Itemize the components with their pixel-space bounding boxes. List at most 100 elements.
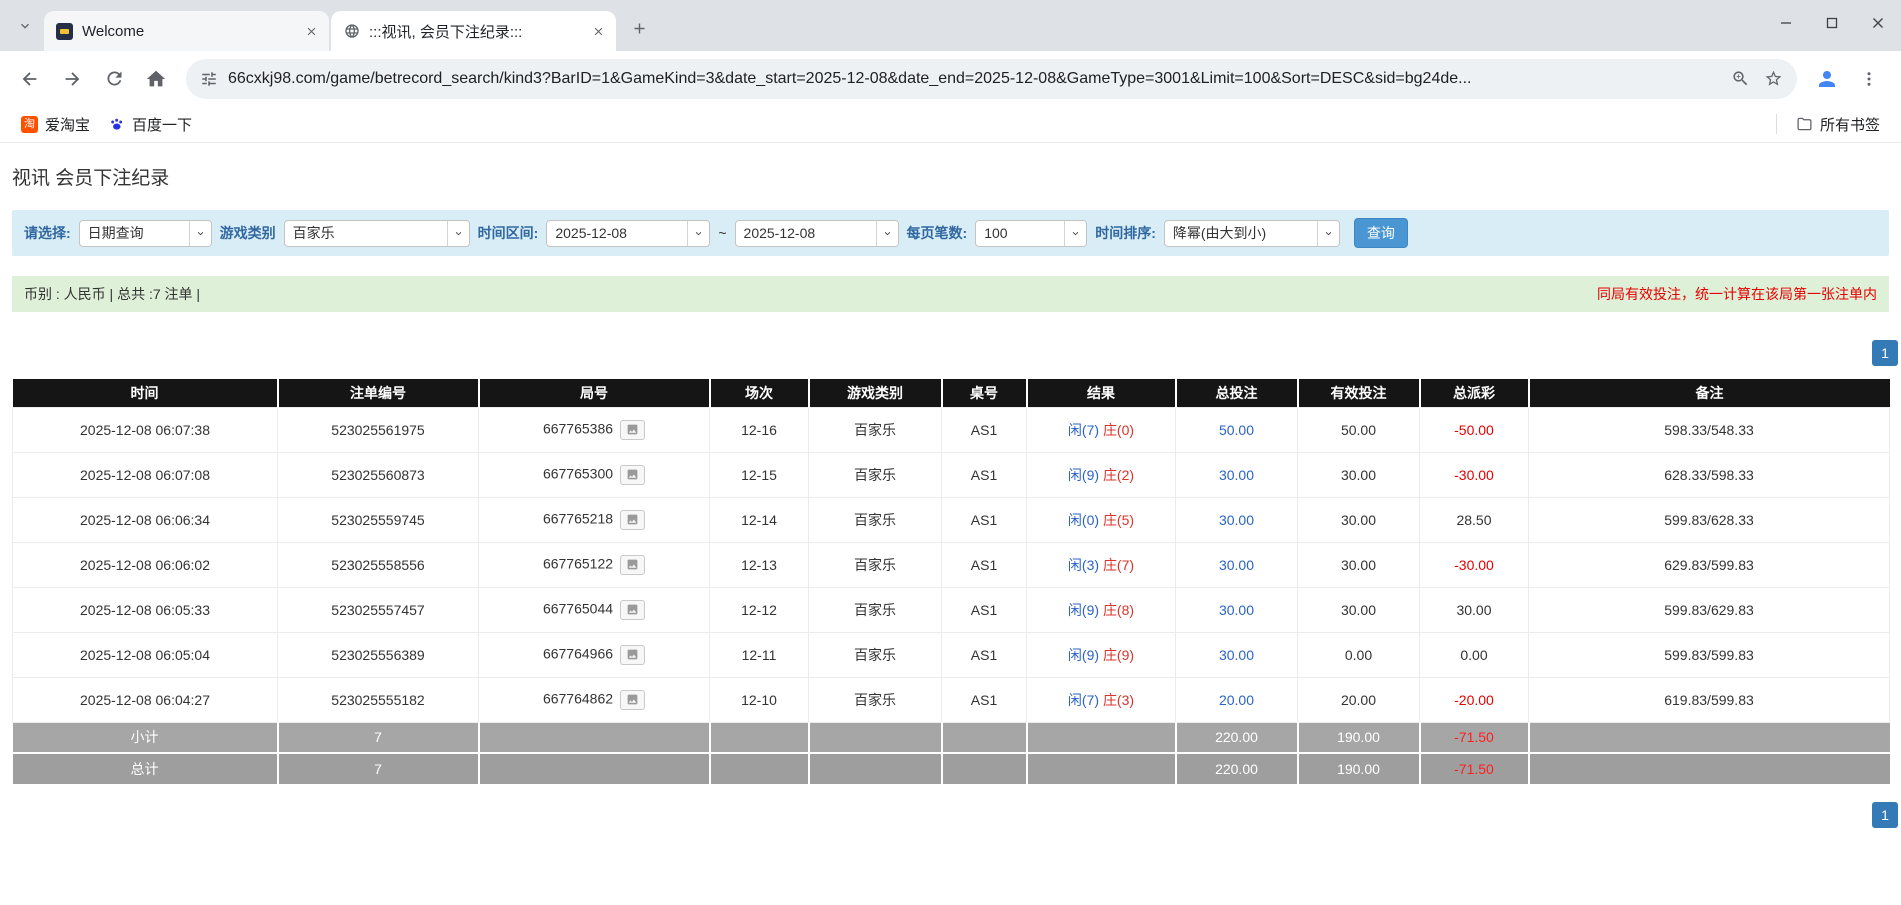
chevron-down-icon[interactable] bbox=[447, 221, 469, 246]
cell-payout: 30.00 bbox=[1420, 587, 1529, 632]
sort-value[interactable]: 降幂(由大到小) bbox=[1165, 221, 1317, 246]
maximize-button[interactable] bbox=[1809, 0, 1855, 46]
cell-session: 12-14 bbox=[710, 497, 809, 542]
cell-time: 2025-12-08 06:07:08 bbox=[13, 452, 278, 497]
cell-time: 2025-12-08 06:04:27 bbox=[13, 677, 278, 722]
sort-label: 时间排序: bbox=[1095, 223, 1156, 243]
profile-icon[interactable] bbox=[1807, 59, 1847, 99]
cell-bet-id: 523025556389 bbox=[278, 632, 479, 677]
cell-valid-bet: 0.00 bbox=[1298, 632, 1420, 677]
back-button[interactable] bbox=[10, 59, 50, 99]
result-banker: 庄(3) bbox=[1103, 692, 1134, 708]
date-end-value[interactable]: 2025-12-08 bbox=[736, 221, 876, 246]
date-end-select[interactable]: 2025-12-08 bbox=[735, 220, 899, 247]
total-bet-link[interactable]: 20.00 bbox=[1219, 692, 1254, 708]
total-bet-link[interactable]: 30.00 bbox=[1219, 557, 1254, 573]
round-detail-image-icon[interactable] bbox=[620, 690, 645, 710]
cell-session: 12-16 bbox=[710, 407, 809, 452]
round-detail-image-icon[interactable] bbox=[620, 555, 645, 575]
round-detail-image-icon[interactable] bbox=[620, 645, 645, 665]
bookmark-baidu[interactable]: 百度一下 bbox=[99, 110, 201, 139]
result-banker: 庄(7) bbox=[1103, 557, 1134, 573]
bookmark-star-icon[interactable] bbox=[1764, 69, 1783, 88]
sort-select[interactable]: 降幂(由大到小) bbox=[1164, 220, 1340, 247]
new-tab-button[interactable] bbox=[624, 13, 654, 43]
forward-button[interactable] bbox=[52, 59, 92, 99]
bookmark-label: 爱淘宝 bbox=[45, 114, 90, 135]
cell-round: 667764966 bbox=[479, 632, 710, 677]
site-info-icon[interactable] bbox=[200, 70, 218, 88]
cell-game-type: 百家乐 bbox=[809, 407, 942, 452]
refresh-button[interactable] bbox=[94, 59, 134, 99]
tab-welcome[interactable]: Welcome bbox=[44, 11, 329, 51]
date-start-value[interactable]: 2025-12-08 bbox=[547, 221, 687, 246]
game-type-select[interactable]: 百家乐 bbox=[284, 220, 470, 247]
tab-close-icon[interactable] bbox=[302, 22, 321, 41]
cell-note: 599.83/599.83 bbox=[1529, 632, 1890, 677]
chevron-down-icon[interactable] bbox=[1064, 221, 1086, 246]
total-bet-link[interactable]: 30.00 bbox=[1219, 512, 1254, 528]
chevron-down-icon[interactable] bbox=[189, 221, 211, 246]
home-button[interactable] bbox=[136, 59, 176, 99]
cell-result: 闲(7) 庄(3) bbox=[1027, 677, 1176, 722]
date-start-select[interactable]: 2025-12-08 bbox=[546, 220, 710, 247]
total-bet-link[interactable]: 30.00 bbox=[1219, 467, 1254, 483]
column-header: 时间 bbox=[13, 379, 278, 407]
cell-table-no: AS1 bbox=[942, 677, 1027, 722]
pagination-bottom: 1 bbox=[0, 802, 1898, 828]
cell-bet-id: 523025560873 bbox=[278, 452, 479, 497]
cell-round: 667765044 bbox=[479, 587, 710, 632]
menu-icon[interactable] bbox=[1849, 59, 1889, 99]
bookmark-taobao[interactable]: 淘 爱淘宝 bbox=[12, 110, 99, 139]
chevron-down-icon[interactable] bbox=[876, 221, 898, 246]
tab-search-chevron-icon[interactable] bbox=[10, 11, 40, 41]
table-body: 2025-12-08 06:07:38523025561975667765386… bbox=[13, 407, 1890, 784]
column-header: 备注 bbox=[1529, 379, 1890, 407]
page-1-button[interactable]: 1 bbox=[1872, 802, 1898, 828]
chevron-down-icon[interactable] bbox=[687, 221, 709, 246]
result-player: 闲(9) bbox=[1068, 647, 1099, 663]
page-content: 视讯 会员下注纪录 请选择: 日期查询 游戏类别 百家乐 时间区间: 2025-… bbox=[0, 165, 1901, 828]
footer-cell: 总计 bbox=[13, 753, 278, 784]
query-type-select[interactable]: 日期查询 bbox=[79, 220, 212, 247]
query-type-value[interactable]: 日期查询 bbox=[80, 221, 189, 246]
minimize-button[interactable] bbox=[1763, 0, 1809, 46]
page-size-value[interactable]: 100 bbox=[976, 221, 1064, 246]
round-detail-image-icon[interactable] bbox=[620, 600, 645, 620]
cell-total-bet: 30.00 bbox=[1176, 542, 1298, 587]
round-number: 667765122 bbox=[543, 555, 613, 571]
total-bet-link[interactable]: 50.00 bbox=[1219, 422, 1254, 438]
cell-total-bet: 20.00 bbox=[1176, 677, 1298, 722]
footer-cell: 190.00 bbox=[1298, 722, 1420, 753]
cell-game-type: 百家乐 bbox=[809, 452, 942, 497]
total-bet-link[interactable]: 30.00 bbox=[1219, 602, 1254, 618]
tab-bet-record[interactable]: :::视讯, 会员下注纪录::: bbox=[331, 11, 616, 51]
cell-bet-id: 523025555182 bbox=[278, 677, 479, 722]
round-detail-image-icon[interactable] bbox=[620, 420, 645, 440]
chevron-down-icon[interactable] bbox=[1317, 221, 1339, 246]
close-button[interactable] bbox=[1855, 0, 1901, 46]
bet-record-row: 2025-12-08 06:06:02523025558556667765122… bbox=[13, 542, 1890, 587]
zoom-icon[interactable] bbox=[1731, 69, 1750, 88]
cell-bet-id: 523025557457 bbox=[278, 587, 479, 632]
tab-close-icon[interactable] bbox=[589, 22, 608, 41]
cell-note: 599.83/628.33 bbox=[1529, 497, 1890, 542]
cell-table-no: AS1 bbox=[942, 407, 1027, 452]
all-bookmarks-button[interactable]: 所有书签 bbox=[1787, 110, 1889, 139]
cell-result: 闲(3) 庄(7) bbox=[1027, 542, 1176, 587]
filter-bar: 请选择: 日期查询 游戏类别 百家乐 时间区间: 2025-12-08 ~ 20… bbox=[12, 210, 1889, 256]
page-1-button[interactable]: 1 bbox=[1872, 340, 1898, 366]
result-player: 闲(0) bbox=[1068, 512, 1099, 528]
search-button[interactable]: 查询 bbox=[1354, 218, 1408, 248]
page-size-select[interactable]: 100 bbox=[975, 220, 1087, 247]
footer-cell bbox=[479, 753, 710, 784]
game-type-value[interactable]: 百家乐 bbox=[285, 221, 447, 246]
round-detail-image-icon[interactable] bbox=[620, 465, 645, 485]
url-text[interactable]: 66cxkj98.com/game/betrecord_search/kind3… bbox=[228, 70, 1717, 88]
summary-warning-text: 同局有效投注，统一计算在该局第一张注单内 bbox=[1597, 284, 1877, 304]
round-detail-image-icon[interactable] bbox=[620, 510, 645, 530]
address-bar[interactable]: 66cxkj98.com/game/betrecord_search/kind3… bbox=[186, 59, 1797, 99]
total-bet-link[interactable]: 30.00 bbox=[1219, 647, 1254, 663]
cell-total-bet: 30.00 bbox=[1176, 587, 1298, 632]
footer-cell bbox=[710, 753, 809, 784]
